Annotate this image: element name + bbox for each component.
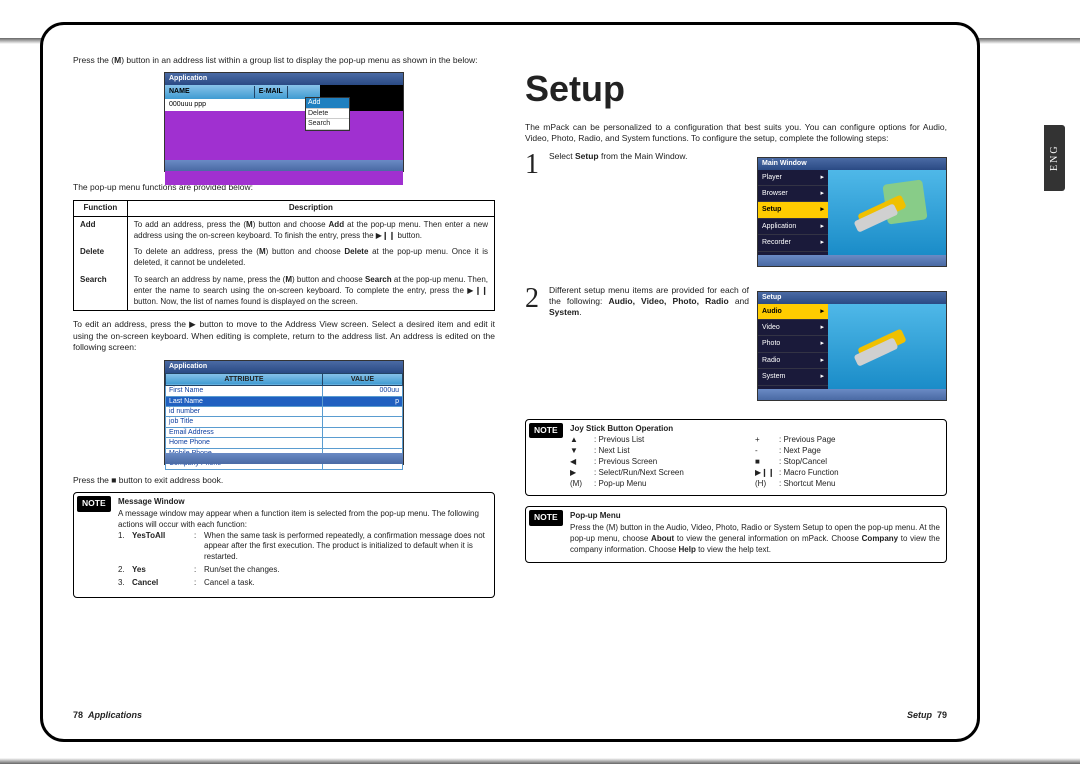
note-joystick: NOTE Joy Stick Button Operation ▲: Previ… <box>525 419 947 497</box>
ss1-titlebar: Application <box>165 73 403 85</box>
page-container: ENG Press the (M) button in an address l… <box>0 0 1080 764</box>
ss1-row: 000uuu ppp <box>165 99 320 110</box>
step-1-text: Select Setup from the Main Window. <box>549 151 749 162</box>
left-page: Press the (M) button in an address list … <box>73 55 495 723</box>
step-1: Main Window Player▸ Browser▸ Setup▸ Appl… <box>525 151 947 273</box>
ss2-titlebar: Application <box>165 361 403 373</box>
ss1-col-email: E-MAIL <box>255 86 288 97</box>
right-page: Setup The mPack can be personalized to a… <box>525 55 947 723</box>
joystick-right-col: +: Previous Page -: Next Page ■: Stop/Ca… <box>755 435 940 489</box>
ss4-menu: Audio▸ Video▸ Photo▸ Radio▸ System▸ <box>758 304 828 389</box>
right-footer: Setup 79 <box>907 709 947 721</box>
left-footer: 78 Applications <box>73 709 142 721</box>
bottom-gradient <box>0 758 1080 764</box>
function-table: FunctionDescription AddTo add an address… <box>73 200 495 311</box>
popup-search: Search <box>306 119 349 129</box>
note-list: 1.YesToAll:When the same task is perform… <box>118 531 488 589</box>
step-2: Setup Audio▸ Video▸ Photo▸ Radio▸ System… <box>525 285 947 407</box>
page-title: Setup <box>525 65 947 114</box>
fn-delete-desc: To delete an address, press the (M) butt… <box>127 244 494 272</box>
note-message-window: NOTE Message Window A message window may… <box>73 492 495 597</box>
ss4-titlebar: Setup <box>758 292 946 304</box>
fn-search: Search <box>74 272 128 311</box>
edit-address-text: To edit an address, press the ▶ button t… <box>73 319 495 353</box>
screenshot-setup-menu: Setup Audio▸ Video▸ Photo▸ Radio▸ System… <box>757 291 947 401</box>
screenshot-popup-menu: Application NAMEE-MAIL 000uuu ppp Add De… <box>164 72 404 172</box>
note-popup-menu: NOTE Pop-up Menu Press the (M) button in… <box>525 506 947 562</box>
note-tag: NOTE <box>77 496 111 511</box>
setup-intro: The mPack can be personalized to a confi… <box>525 122 947 145</box>
note-tag: NOTE <box>529 510 563 525</box>
fn-add-desc: To add an address, press the (M) button … <box>127 216 494 244</box>
left-intro: Press the (M) button in an address list … <box>73 55 495 66</box>
note-heading: Joy Stick Button Operation <box>570 424 940 435</box>
fn-add: Add <box>74 216 128 244</box>
ss3-menu: Player▸ Browser▸ Setup▸ Application▸ Rec… <box>758 170 828 255</box>
fn-search-desc: To search an address by name, press the … <box>127 272 494 311</box>
language-tab: ENG <box>1044 125 1065 191</box>
manual-spread: Press the (M) button in an address list … <box>40 22 980 742</box>
note-text: A message window may appear when a funct… <box>118 509 488 531</box>
joystick-left-col: ▲: Previous List ▼: Next List ◀: Previou… <box>570 435 755 489</box>
th-description: Description <box>127 200 494 216</box>
step-1-number: 1 <box>525 151 549 179</box>
step-2-text: Different setup menu items are provided … <box>549 285 749 319</box>
ss1-popup: Add Delete Search <box>305 97 350 130</box>
ss2-h1: ATTRIBUTE <box>166 373 323 385</box>
ss3-titlebar: Main Window <box>758 158 946 170</box>
note-heading: Pop-up Menu <box>570 511 940 522</box>
th-function: Function <box>74 200 128 216</box>
step-2-number: 2 <box>525 285 549 313</box>
ss2-h2: VALUE <box>322 373 402 385</box>
ss1-col-name: NAME <box>165 86 255 97</box>
screenshot-main-window: Main Window Player▸ Browser▸ Setup▸ Appl… <box>757 157 947 267</box>
popup-add: Add <box>306 98 349 108</box>
note-tag: NOTE <box>529 423 563 438</box>
screenshot-address-edit: Application ATTRIBUTEVALUE First Name000… <box>164 360 404 465</box>
note-popup-text: Press the (M) button in the Audio, Video… <box>570 523 940 555</box>
fn-delete: Delete <box>74 244 128 272</box>
exit-text: Press the ■ button to exit address book. <box>73 475 495 486</box>
popup-delete: Delete <box>306 109 349 119</box>
note-heading: Message Window <box>118 497 488 508</box>
